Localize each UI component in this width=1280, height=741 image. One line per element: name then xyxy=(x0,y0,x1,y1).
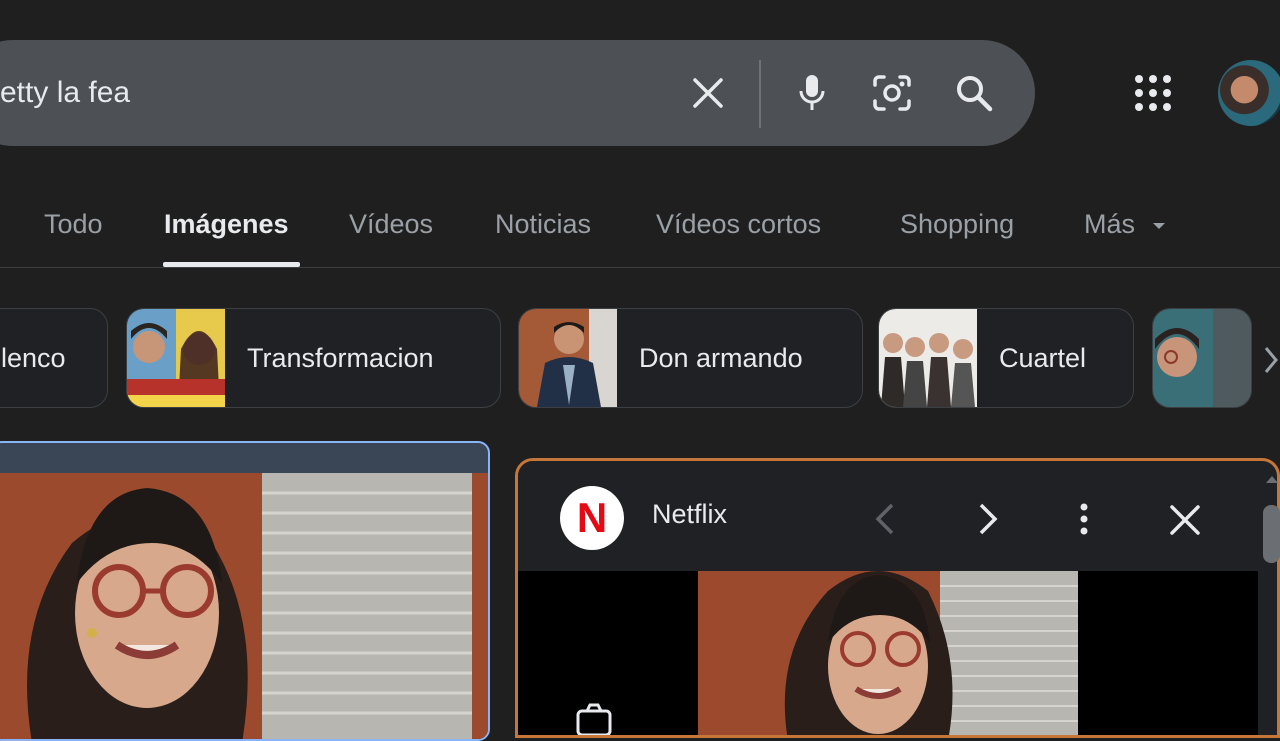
scroll-up-icon[interactable] xyxy=(1264,472,1280,491)
netflix-logo-icon[interactable]: N xyxy=(560,486,624,550)
tab-mas-label: Más xyxy=(1084,209,1136,239)
search-icon[interactable] xyxy=(952,40,996,146)
netflix-logo-letter: N xyxy=(576,494,608,541)
mic-icon[interactable] xyxy=(792,40,832,146)
chip-cuartel[interactable]: Cuartel xyxy=(878,308,1134,408)
tab-shopping[interactable]: Shopping xyxy=(900,196,1014,256)
tab-videos[interactable]: Vídeos xyxy=(349,196,433,256)
chip-label: Transformacion xyxy=(247,342,434,373)
account-avatar[interactable] xyxy=(1218,60,1280,126)
camera-icon[interactable] xyxy=(574,699,614,735)
previous-icon[interactable] xyxy=(870,501,900,542)
tab-imagenes[interactable]: Imágenes xyxy=(164,196,289,256)
chip-transformacion[interactable]: Transformacion xyxy=(126,308,501,408)
panel-header: N Netflix xyxy=(518,461,1258,571)
chip-partial[interactable] xyxy=(1152,308,1252,408)
chip-elenco[interactable]: lenco xyxy=(0,308,108,408)
page-scrollbar-thumb[interactable] xyxy=(1263,505,1280,563)
tab-todo[interactable]: Todo xyxy=(44,196,103,256)
chip-thumbnail xyxy=(519,309,617,407)
close-icon[interactable] xyxy=(686,40,730,146)
lens-icon[interactable] xyxy=(869,40,915,146)
panel-preview-image[interactable] xyxy=(698,571,1078,738)
caret-down-icon xyxy=(1152,222,1165,229)
chip-don-armando[interactable]: Don armando xyxy=(518,308,863,408)
tabs-divider xyxy=(0,267,1280,268)
chip-thumbnail xyxy=(1153,309,1251,407)
search-divider xyxy=(759,60,761,128)
close-panel-icon[interactable] xyxy=(1168,503,1202,542)
tab-noticias[interactable]: Noticias xyxy=(495,196,591,256)
panel-source-name[interactable]: Netflix xyxy=(652,499,727,530)
chip-label: Cuartel xyxy=(999,342,1087,373)
chips-scroll-right-icon[interactable] xyxy=(1262,340,1280,380)
apps-grid-icon[interactable] xyxy=(1132,72,1174,114)
more-options-icon[interactable] xyxy=(1074,501,1094,542)
chip-label: lenco xyxy=(1,342,66,373)
tab-videos-cortos[interactable]: Vídeos cortos xyxy=(656,196,821,256)
chip-thumbnail xyxy=(127,309,225,407)
tab-mas[interactable]: Más xyxy=(1084,196,1167,256)
chip-label: Don armando xyxy=(639,342,803,373)
image-preview-panel: N Netflix xyxy=(515,458,1280,738)
result-image xyxy=(0,473,488,739)
search-query-text[interactable]: etty la fea xyxy=(0,40,130,146)
chip-thumbnail xyxy=(879,309,977,407)
panel-preview-image-area xyxy=(518,571,1258,738)
image-result-selected[interactable] xyxy=(0,441,490,741)
next-icon[interactable] xyxy=(973,501,1003,542)
